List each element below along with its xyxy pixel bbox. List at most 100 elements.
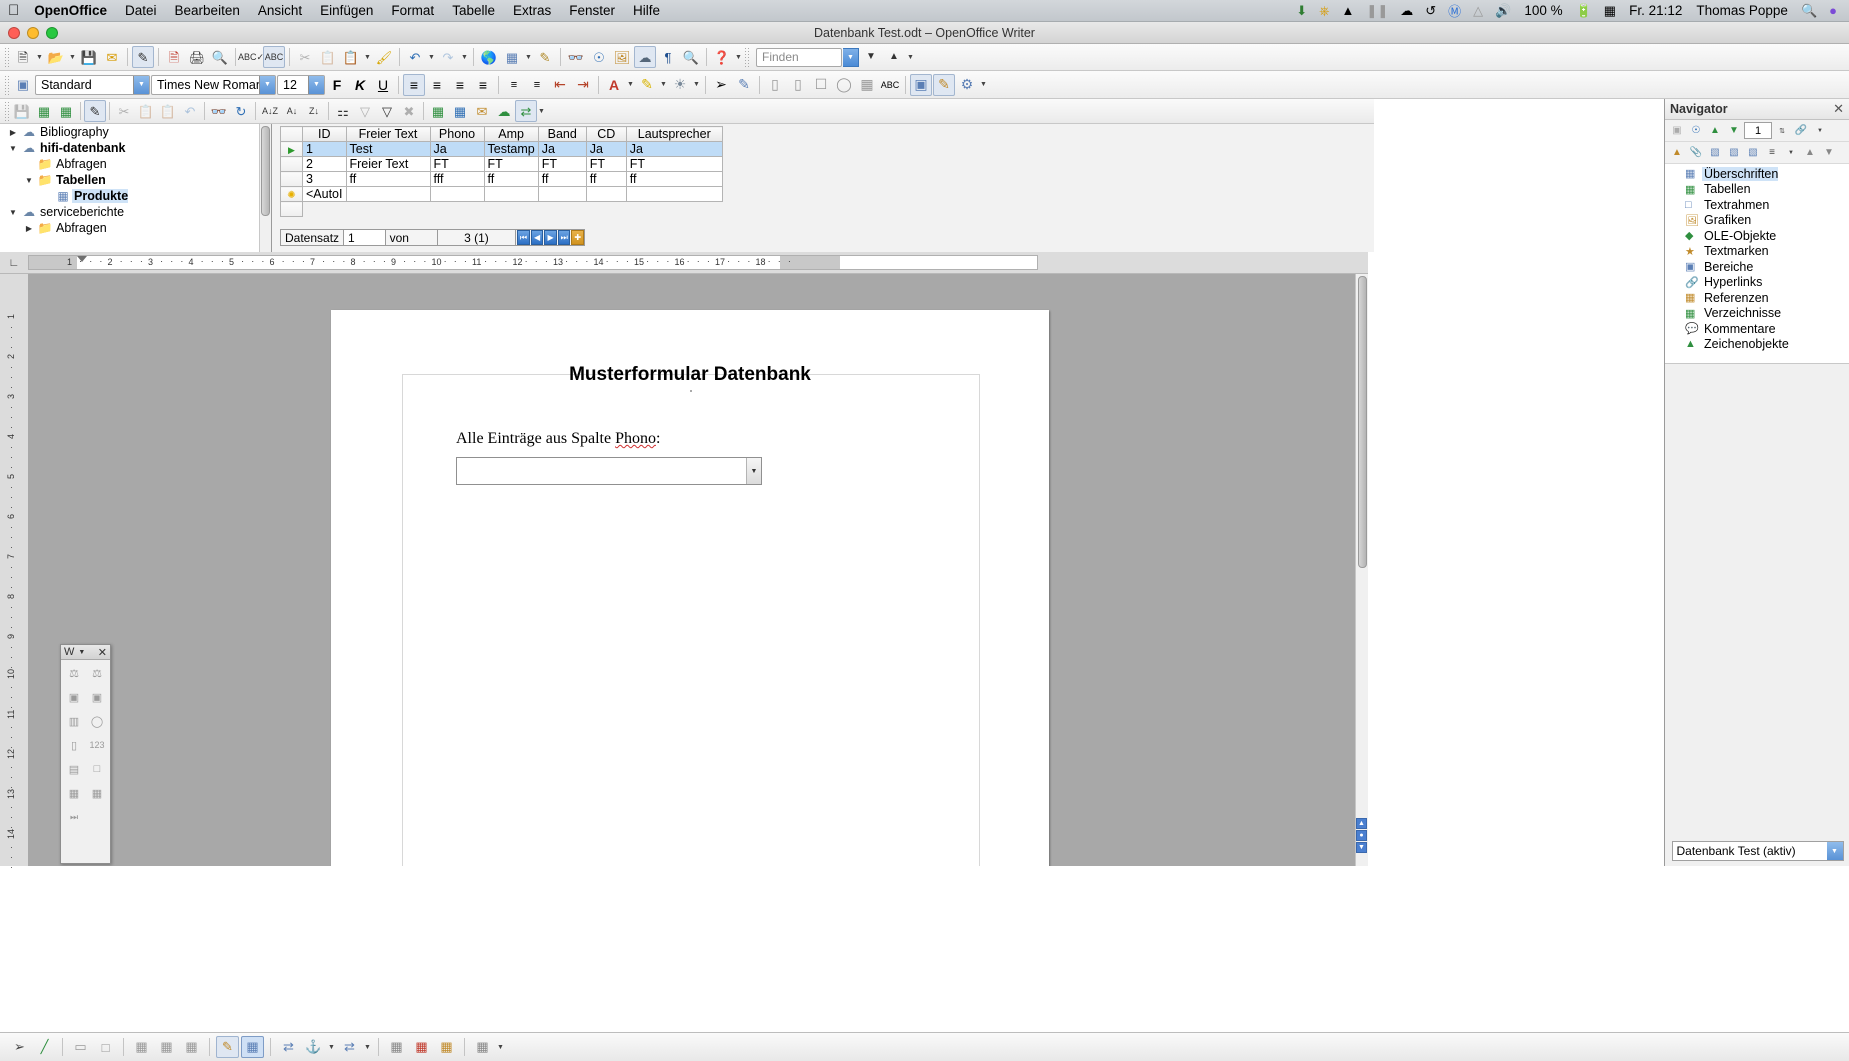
db-toolbar-grip[interactable] [4,101,9,121]
cloud-icon[interactable]: ☁ [1394,3,1419,19]
cell-band[interactable]: Ja [538,142,586,157]
footer-icon[interactable]: 📎 [1687,144,1705,162]
table-control-icon[interactable]: ▦ [87,784,107,802]
bold-button[interactable]: F [326,74,348,96]
print-icon[interactable]: 🖨 [186,46,208,68]
document-label-line[interactable]: Alle Einträge aus Spalte Phono: [456,430,660,448]
edit-file-icon[interactable]: ✎ [132,46,154,68]
menu-hilfe[interactable]: Hilfe [624,3,669,18]
drag-mode-icon[interactable]: 🔗 [1792,122,1810,140]
highlighting-icon[interactable]: ✎ [636,74,658,96]
form-design-mode-icon[interactable]: ✎ [733,74,755,96]
spotlight-search-icon[interactable]: 🔍 [1795,3,1823,19]
navigator-content-list[interactable]: ▦ Überschriften ▦ Tabellen □ Textrahmen … [1665,164,1849,364]
zoom-icon[interactable]: 🔍 [680,46,702,68]
background-dropdown-icon[interactable]: ▼ [692,74,701,96]
header-icon[interactable]: ▲ [1668,144,1686,162]
spin-arrows-icon[interactable]: ⇅ [1773,122,1791,140]
insert-image-icon[interactable]: 🖼 [611,46,633,68]
menu-openoffice[interactable]: OpenOffice [25,3,116,18]
edit-data-icon[interactable]: ✎ [84,100,106,122]
battery-icon[interactable]: 🔋 [1570,3,1598,19]
text-box-icon[interactable]: ⚖ [87,664,107,682]
pause-icon[interactable]: ❚❚ [1360,3,1394,19]
cell-id[interactable]: <AutoI [303,187,347,202]
table-row-new[interactable]: ✺ <AutoI [281,187,723,202]
column-header-id[interactable]: ID [303,127,347,142]
replace-icon[interactable]: ▦ [180,1036,203,1058]
styles-and-formatting-icon[interactable]: ▣ [12,74,34,96]
open-icon[interactable]: 📂 [45,46,67,68]
cell-amp[interactable]: Testamp [484,142,538,157]
formatting-marks-icon[interactable]: ¶ [657,46,679,68]
toolbar-overflow-icon[interactable]: ▼ [734,46,743,68]
sort-ascending-icon[interactable]: A↓ [281,100,303,122]
find-input[interactable]: Finden [756,48,842,67]
cell-cd[interactable] [586,187,626,202]
table-row[interactable]: 2 Freier Text FT FT FT FT FT [281,157,723,172]
increase-indent-icon[interactable]: ⇥ [572,74,594,96]
cell-amp[interactable]: FT [484,157,538,172]
tree-scrollbar[interactable] [259,124,271,252]
align-center-icon[interactable]: ≡ [426,74,448,96]
numeric-field-icon[interactable]: 123 [87,736,107,754]
align-justify-icon[interactable]: ≡ [472,74,494,96]
clock[interactable]: Fr. 21:12 [1622,3,1689,18]
standard-filter-icon[interactable]: ▽ [376,100,398,122]
font-size-combo[interactable]: 12 ▼ [277,75,325,95]
tree-item-abfragen-hifi[interactable]: 📁 Abfragen [0,156,271,172]
cell-freier-text[interactable] [346,187,430,202]
first-record-icon[interactable]: ⏮ [517,230,530,245]
volume-icon[interactable]: 🔊 [1489,3,1517,19]
find-replace-icon[interactable]: 👓 [565,46,587,68]
print-preview-icon[interactable]: 🔍 [209,46,231,68]
align-icon[interactable]: ⇄ [338,1036,361,1058]
bottom-toolbar-overflow-icon[interactable]: ▼ [496,1036,505,1058]
group-box-icon[interactable]: ▦ [64,784,84,802]
close-icon[interactable]: ✕ [98,646,107,659]
cell-cd[interactable]: Ja [586,142,626,157]
line-icon[interactable]: ╱ [33,1036,56,1058]
toggle-master-view-icon[interactable]: ▣ [1668,122,1686,140]
set-reminder-icon[interactable]: ▧ [1744,144,1762,162]
column-header-amp[interactable]: Amp [484,127,538,142]
navigation-bar-icon[interactable]: ⏭ [64,808,84,826]
spelling-icon[interactable]: ABC✓ [240,46,262,68]
select-pointer-icon[interactable]: ➢ [710,74,732,96]
last-record-icon[interactable]: ⏭ [558,230,571,245]
sort-icon[interactable]: A↓Z [259,100,281,122]
cell-band[interactable]: ff [538,172,586,187]
grid-visible-icon[interactable]: ▦ [385,1036,408,1058]
reminder-icon[interactable]: ▧ [1725,144,1743,162]
expander-expanded-icon[interactable]: ▼ [22,176,36,185]
find-dropdown-icon[interactable]: ▼ [843,48,859,67]
row-marker[interactable] [281,157,303,172]
cell-phono[interactable] [430,187,484,202]
ellipse-icon[interactable]: □ [94,1036,117,1058]
previous-record-icon[interactable]: ◀ [531,230,544,245]
hyperlink-icon[interactable]: 🌎 [478,46,500,68]
navigator-item-referenzen[interactable]: ▦ Referenzen [1665,290,1849,306]
column-header-band[interactable]: Band [538,127,586,142]
draw-functions-icon[interactable]: ✎ [534,46,556,68]
control-properties-icon[interactable]: ✎ [933,74,955,96]
ruler-corner-tab-icon[interactable]: ∟ [0,257,28,269]
option-button-icon[interactable]: ◯ [833,74,855,96]
cell-band[interactable]: FT [538,157,586,172]
navigator-document-dropdown-icon[interactable]: ▼ [1827,842,1843,860]
cell-freier-text[interactable]: Test [346,142,430,157]
palette-title-bar[interactable]: W ▼ ✕ [61,645,110,660]
menu-fenster[interactable]: Fenster [560,3,624,18]
refresh-icon[interactable]: ↻ [230,100,252,122]
navigator-item-textmarken[interactable]: ★ Textmarken [1665,244,1849,260]
next-record-icon[interactable]: ▶ [544,230,557,245]
cell-id[interactable]: 2 [303,157,347,172]
push-button-icon[interactable]: ▯ [64,736,84,754]
underline-button[interactable]: U [372,74,394,96]
find-prev-icon[interactable]: ▲ [883,46,905,68]
dropbox-icon[interactable]: ▲ [1336,3,1361,18]
cell-lautsprecher[interactable] [626,187,722,202]
formatting-toolbar-grip[interactable] [4,75,9,95]
form-listbox-control[interactable]: ▼ [456,457,762,485]
expander-expanded-icon[interactable]: ▼ [6,208,20,217]
